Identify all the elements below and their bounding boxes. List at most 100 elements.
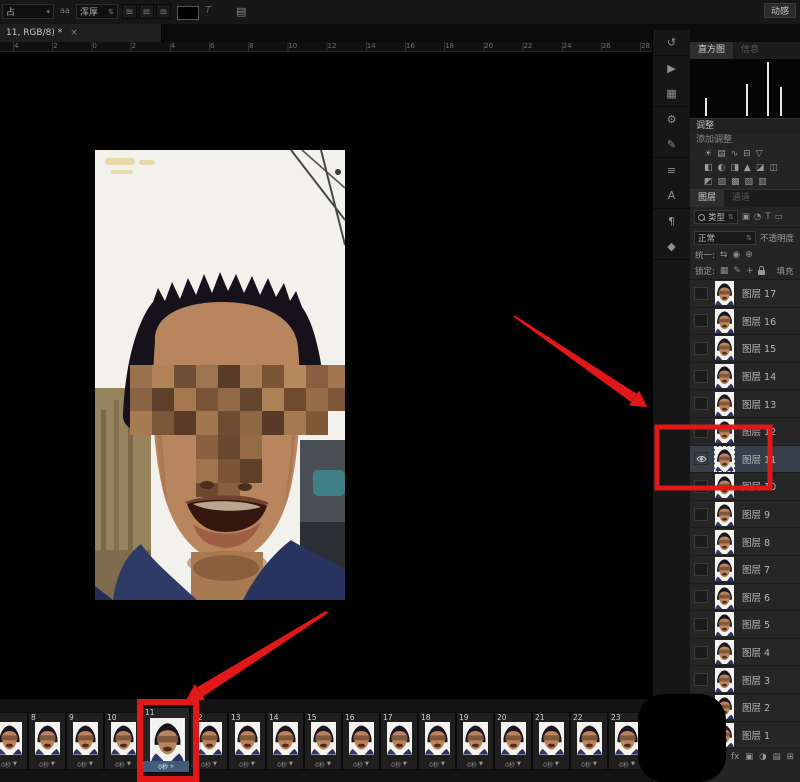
adjustment-icon[interactable]: ▥ <box>758 177 767 187</box>
layers-footer-icon[interactable]: ▤ <box>773 752 781 762</box>
visibility-toggle[interactable] <box>694 314 708 327</box>
layer-filter-icon[interactable]: T <box>765 212 770 222</box>
adjustment-icon[interactable]: ⊟ <box>743 149 751 159</box>
workspace-switcher[interactable]: 动感 <box>764 3 796 18</box>
layers-footer-icon[interactable]: fx <box>731 752 739 762</box>
visibility-toggle[interactable] <box>694 370 708 383</box>
adjustment-icon[interactable]: ▩ <box>731 177 740 187</box>
text-color-swatch[interactable] <box>177 6 199 20</box>
timeline-frame[interactable]: 8 0秒 ▼ <box>28 712 66 770</box>
layer-row[interactable]: 图层 10 <box>690 473 800 501</box>
timeline-frame[interactable]: 11 0秒 ▼ <box>142 707 190 773</box>
timeline-frame[interactable]: 17 0秒 ▼ <box>380 712 418 770</box>
adjustment-icon[interactable]: ◐ <box>718 163 726 173</box>
tab-histogram[interactable]: 直方图 <box>690 42 733 59</box>
visibility-toggle[interactable] <box>694 673 708 686</box>
layer-row[interactable]: 图层 3 <box>690 666 800 694</box>
timeline-frame[interactable]: 22 0秒 ▼ <box>570 712 608 770</box>
layer-row[interactable]: 图层 16 <box>690 308 800 336</box>
layer-filter-icon[interactable]: ▣ <box>742 212 750 222</box>
visibility-toggle[interactable] <box>694 563 708 576</box>
frame-delay-control[interactable]: 0秒 ▼ <box>29 759 65 769</box>
tool-preset-picker[interactable]: 占 ▾ <box>2 4 54 19</box>
layer-filter-select[interactable]: 类型 ⇅ <box>694 210 738 224</box>
lock-option-icon[interactable]: + <box>746 266 754 276</box>
timeline-frame[interactable]: 19 0秒 ▼ <box>456 712 494 770</box>
frame-delay-control[interactable]: 0秒 ▼ <box>191 759 227 769</box>
adjustment-icon[interactable]: ∿ <box>731 149 739 159</box>
tab-channels[interactable]: 通道 <box>724 190 758 207</box>
frame-delay-control[interactable]: 0秒 ▼ <box>457 759 493 769</box>
visibility-toggle[interactable] <box>694 342 708 355</box>
layer-row[interactable]: 图层 4 <box>690 639 800 667</box>
adjustment-icon[interactable]: ▧ <box>745 177 754 187</box>
visibility-toggle[interactable] <box>694 480 708 493</box>
adjustment-icon[interactable]: ▤ <box>717 149 726 159</box>
frame-delay-control[interactable]: 0秒 ▼ <box>305 759 341 769</box>
layer-row[interactable]: 图层 12 <box>690 418 800 446</box>
visibility-toggle[interactable] <box>694 508 708 521</box>
visibility-toggle[interactable] <box>694 646 708 659</box>
tab-info[interactable]: 信息 <box>733 42 767 59</box>
visibility-toggle[interactable] <box>694 287 708 300</box>
visibility-toggle[interactable] <box>694 590 708 603</box>
unify-icon[interactable]: ◉ <box>732 250 740 260</box>
timeline-frame[interactable]: 21 0秒 ▼ <box>532 712 570 770</box>
timeline-frame[interactable]: 13 0秒 ▼ <box>228 712 266 770</box>
adjustment-icon[interactable]: ◩ <box>704 177 713 187</box>
lock-option-icon[interactable]: ✎ <box>733 266 741 276</box>
toggle-panels-icon[interactable]: ▤ <box>236 5 246 18</box>
frame-delay-control[interactable]: 0秒 ▼ <box>67 759 103 769</box>
visibility-toggle[interactable] <box>694 535 708 548</box>
timeline-frame[interactable]: 20 0秒 ▼ <box>494 712 532 770</box>
lock-all-icon[interactable] <box>758 270 765 275</box>
visibility-toggle[interactable] <box>694 452 708 465</box>
canvas-area[interactable] <box>0 52 652 698</box>
close-icon[interactable]: × <box>70 28 78 38</box>
adjustment-icon[interactable]: ◪ <box>756 163 765 173</box>
blend-mode-select[interactable]: 正常 ⇅ <box>694 231 756 245</box>
warp-text-icon[interactable]: T <box>205 5 211 16</box>
layer-row[interactable]: 图层 5 <box>690 611 800 639</box>
frame-delay-control[interactable]: 0秒 ▼ <box>381 759 417 769</box>
timeline-frame[interactable]: 15 0秒 ▼ <box>304 712 342 770</box>
text-align-icon[interactable]: ≡ <box>122 4 137 19</box>
layer-row[interactable]: 图层 8 <box>690 528 800 556</box>
layer-row[interactable]: 图层 6 <box>690 584 800 612</box>
adjustment-icon[interactable]: ▲ <box>744 163 751 173</box>
layer-row[interactable]: 图层 11 <box>690 446 800 474</box>
frame-delay-control[interactable]: 0秒 ▼ <box>419 759 455 769</box>
frame-delay-control[interactable]: 0秒 ▼ <box>0 759 27 769</box>
tab-layers[interactable]: 图层 <box>690 190 724 207</box>
text-align-icon[interactable]: ≡ <box>139 4 154 19</box>
text-align-icon[interactable]: ≡ <box>156 4 171 19</box>
timeline-frame[interactable]: 14 0秒 ▼ <box>266 712 304 770</box>
layer-row[interactable]: 图层 14 <box>690 363 800 391</box>
frame-delay-control[interactable]: 0秒 ▼ <box>105 759 141 769</box>
adjustment-icon[interactable]: ◧ <box>704 163 713 173</box>
layer-row[interactable]: 图层 15 <box>690 335 800 363</box>
frame-delay-control[interactable]: 0秒 ▼ <box>495 759 531 769</box>
layer-filter-icon[interactable]: ▭ <box>775 212 783 222</box>
anti-alias-select[interactable]: 浑厚 ⇅ <box>76 4 118 19</box>
unify-icon[interactable]: ⇆ <box>720 250 728 260</box>
layer-row[interactable]: 图层 17 <box>690 280 800 308</box>
adjustment-icon[interactable]: ☀ <box>704 149 712 159</box>
frame-delay-control[interactable]: 0秒 ▼ <box>267 759 303 769</box>
frame-delay-control[interactable]: 0秒 ▼ <box>143 761 189 772</box>
layer-row[interactable]: 图层 7 <box>690 556 800 584</box>
timeline-frame[interactable]: 16 0秒 ▼ <box>342 712 380 770</box>
visibility-toggle[interactable] <box>694 618 708 631</box>
frame-delay-control[interactable]: 0秒 ▼ <box>229 759 265 769</box>
adjustment-icon[interactable]: ▽ <box>756 149 763 159</box>
timeline-frame[interactable]: 7 0秒 ▼ <box>0 712 28 770</box>
layers-footer-icon[interactable]: ▣ <box>745 752 753 762</box>
layer-filter-icon[interactable]: ◔ <box>754 212 761 222</box>
unify-icon[interactable]: ⊕ <box>745 250 753 260</box>
frame-delay-control[interactable]: 0秒 ▼ <box>571 759 607 769</box>
adjustment-icon[interactable]: ▨ <box>718 177 727 187</box>
timeline-frame[interactable]: 18 0秒 ▼ <box>418 712 456 770</box>
timeline-frame[interactable]: 9 0秒 ▼ <box>66 712 104 770</box>
layers-footer-icon[interactable]: ⊞ <box>787 752 794 762</box>
timeline-frame[interactable]: 12 0秒 ▼ <box>190 712 228 770</box>
